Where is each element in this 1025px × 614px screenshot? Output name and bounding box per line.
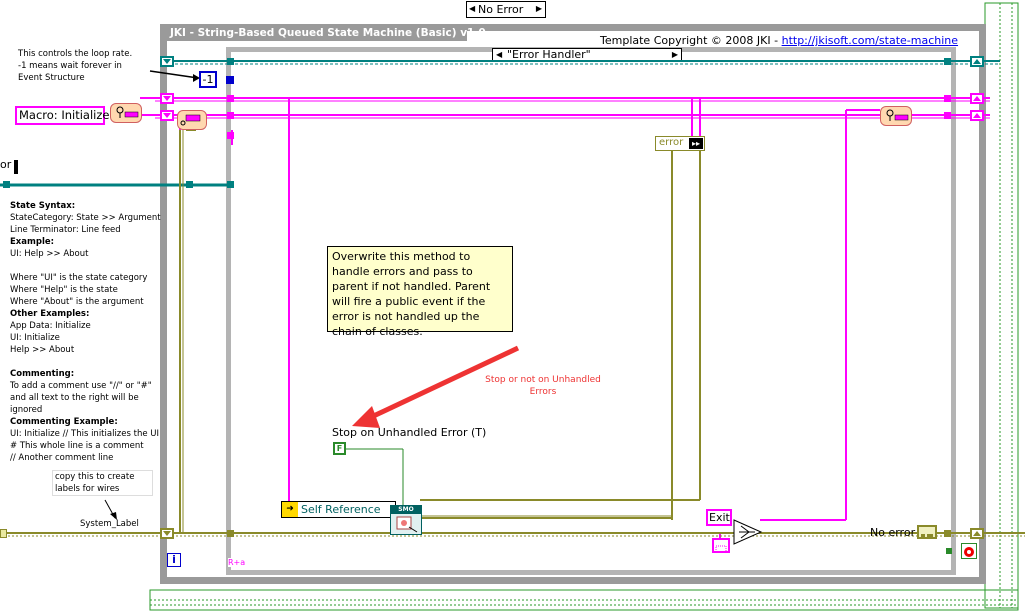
string-label: R+a [228, 558, 246, 567]
state-syntax-line: Where "Help" is the state [10, 285, 118, 295]
cut-label: or [0, 158, 12, 171]
state-syntax-line: Commenting: [10, 369, 75, 379]
loop-tunnel [186, 181, 193, 188]
enqueue-vi-icon[interactable] [177, 110, 207, 130]
pink-shift-register-left-2[interactable] [160, 110, 174, 121]
exit-constant[interactable]: Exit [706, 509, 732, 526]
error-shift-register-left[interactable] [160, 528, 174, 539]
dequeue-vi-icon[interactable] [880, 106, 912, 126]
case-tunnel [944, 58, 951, 65]
empty-string-constant[interactable] [712, 538, 730, 553]
timeout-terminal [226, 76, 234, 84]
stop-tunnel [946, 548, 952, 554]
selector-right-arrow-icon[interactable]: ▶ [536, 4, 542, 13]
case-tunnel [227, 181, 234, 188]
teal-shift-register-left[interactable] [160, 56, 174, 67]
error-unbundle-label: error [659, 137, 684, 148]
no-error-label: No error [870, 526, 916, 539]
copyright-text: Template Copyright © 2008 JKI - http://j… [600, 34, 959, 47]
case-tunnel [227, 530, 234, 537]
error-case-selector[interactable]: ◀ No Error ▶ [466, 1, 546, 18]
case-tunnel [944, 95, 951, 102]
stop-constant[interactable]: F [333, 442, 346, 455]
handler-note: Overwrite this method to handle errors a… [327, 246, 513, 338]
case-tunnel [944, 112, 951, 119]
case-tunnel [227, 132, 234, 139]
macro-constant[interactable]: Macro: Initialize [15, 106, 109, 125]
state-syntax-line: UI: Initialize [10, 333, 60, 343]
loop-title: JKI - String-Based Queued State Machine … [170, 27, 486, 39]
error-shift-register-right[interactable] [970, 528, 984, 539]
teal-shift-register-right[interactable] [970, 56, 984, 67]
pink-shift-register-right-2[interactable] [970, 110, 984, 121]
state-syntax-line: Line Terminator: Line feed [10, 225, 121, 235]
red-note: Stop or not on Unhandled Errors [485, 375, 601, 397]
timeout-constant[interactable]: -1 [199, 71, 217, 88]
case-selector[interactable]: ◀ "Error Handler" ▶ [492, 48, 682, 62]
state-syntax-line: Example: [10, 237, 55, 247]
error-tunnel-left [0, 529, 7, 538]
state-syntax-line: StateCategory: State >> Argument [10, 213, 161, 223]
state-syntax-line: Where "About" is the argument [10, 297, 144, 307]
case-tunnel [227, 112, 234, 119]
copyright-link[interactable]: http://jkisoft.com/state-machine [782, 34, 958, 47]
state-syntax-line: Help >> About [10, 345, 75, 355]
loop-condition-terminal[interactable] [961, 543, 977, 559]
state-syntax-line: # This whole line is a comment [10, 441, 144, 451]
iteration-terminal: i [167, 553, 181, 567]
error-case-label: No Error [478, 3, 524, 16]
pink-shift-register-right-1[interactable] [970, 93, 984, 104]
state-syntax-line: Where "UI" is the state category [10, 273, 148, 283]
unbundle-arrows-icon: ▸▸ [689, 138, 703, 149]
state-syntax-line: UI: Help >> About [10, 249, 89, 259]
loop-tunnel [3, 181, 10, 188]
state-syntax-line: Other Examples: [10, 309, 90, 319]
parse-macro-vi-icon[interactable] [110, 103, 142, 123]
loop-rate-comment: This controls the loop rate. -1 means wa… [18, 49, 133, 83]
case-tunnel [944, 530, 951, 537]
cut-corner [14, 160, 18, 174]
arrow-right-icon: ➜ [282, 502, 298, 517]
state-syntax-line: // Another comment line [10, 453, 114, 463]
pink-shift-register-left-1[interactable] [160, 93, 174, 104]
smo-method-vi-icon[interactable]: SMO [390, 505, 422, 535]
self-reference-terminal[interactable]: ➜ Self Reference [281, 501, 396, 518]
self-reference-label: Self Reference [301, 503, 381, 516]
error-cluster-constant[interactable] [917, 525, 937, 539]
state-syntax-line: State Syntax: [10, 201, 76, 211]
case-right-arrow-icon[interactable]: ▶ [672, 50, 678, 59]
selector-left-arrow-icon[interactable]: ◀ [469, 4, 475, 13]
case-tunnel [227, 58, 234, 65]
system-label[interactable]: System_Label [80, 518, 139, 530]
case-left-arrow-icon[interactable]: ◀ [496, 50, 502, 59]
state-syntax-line [10, 260, 155, 272]
state-syntax-line: UI: Initialize // This initializes the U… [10, 429, 160, 439]
state-syntax-line: and all text to the right will be [10, 393, 139, 403]
case-label: "Error Handler" [507, 48, 591, 61]
state-syntax-line [10, 356, 155, 368]
state-syntax-line: ignored [10, 405, 43, 415]
select-icon[interactable] [733, 519, 763, 549]
state-syntax-line: To add a comment use "//" or "#" [10, 381, 152, 391]
case-tunnel [227, 95, 234, 102]
state-syntax-line: Commenting Example: [10, 417, 118, 427]
state-syntax-comment: State Syntax: StateCategory: State >> Arg… [10, 200, 161, 464]
error-unbundle[interactable]: error ▸▸ [655, 136, 705, 151]
stop-label: Stop on Unhandled Error (T) [332, 426, 487, 439]
loop-title-bar: JKI - String-Based Queued State Machine … [167, 27, 486, 41]
wire-label-comment: copy this to create labels for wires [52, 470, 153, 496]
state-syntax-line: App Data: Initialize [10, 321, 91, 331]
